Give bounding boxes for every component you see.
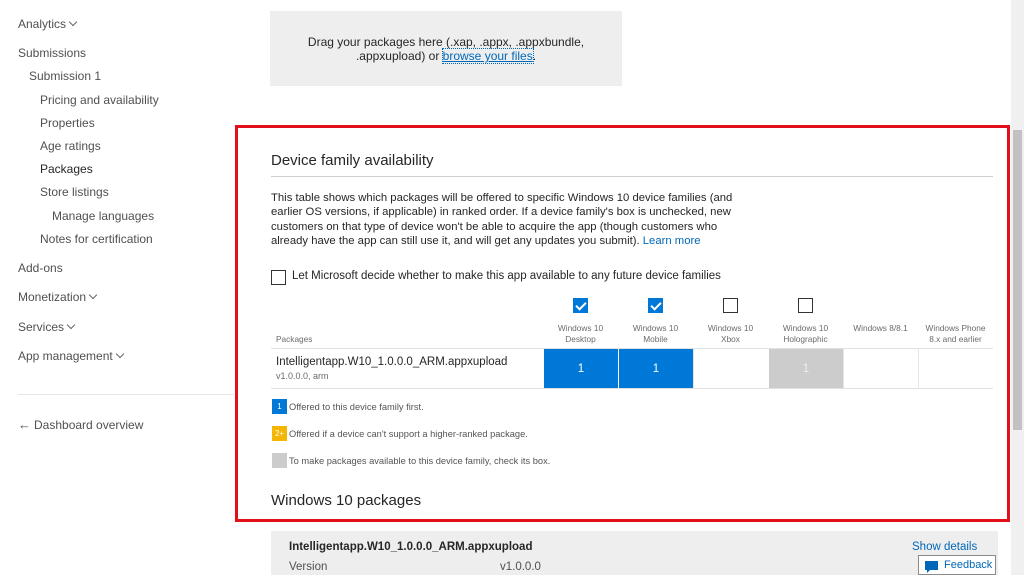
legend-yellow-text: Offered if a device can't support a high… — [289, 428, 528, 439]
nav-app-management-label: App management — [18, 349, 113, 363]
browse-files-link[interactable]: browse your files — [441, 48, 534, 64]
nav-monetization[interactable]: Monetization — [18, 290, 98, 304]
nav-packages[interactable]: Packages — [40, 162, 93, 176]
col-header-line1: Windows 10 — [557, 323, 604, 333]
feedback-label: Feedback — [944, 559, 993, 571]
nav-pricing[interactable]: Pricing and availability — [40, 93, 159, 107]
nav-services[interactable]: Services — [18, 320, 76, 334]
table-row-divider — [271, 388, 993, 389]
panel-version-label: Version — [289, 561, 328, 573]
col-header-line2: 8.x and earlier — [929, 334, 982, 344]
col-header-line1: Windows Phone — [925, 323, 986, 333]
nav-monetization-label: Monetization — [18, 290, 87, 304]
nav-app-management[interactable]: App management — [18, 349, 124, 363]
col-header-windows10-holographic: Windows 10 Holographic — [768, 323, 843, 345]
legend-unavailable: To make packages available to this devic… — [272, 453, 550, 468]
let-microsoft-decide-label: Let Microsoft decide whether to make thi… — [292, 270, 721, 282]
col-header-line2: Xbox — [721, 334, 740, 344]
package-dropzone[interactable]: Drag your packages here (.xap, .appx, .a… — [270, 11, 622, 86]
nav-age-ratings[interactable]: Age ratings — [40, 139, 101, 153]
rank-cell-windows10-xbox[interactable] — [693, 349, 768, 388]
col-header-windows10-mobile: Windows 10 Mobile — [618, 323, 693, 345]
rank-cell-windows8 — [843, 349, 918, 388]
col-header-windows10-xbox: Windows 10 Xbox — [693, 323, 768, 345]
legend-blue-text: Offered to this device family first. — [289, 401, 424, 412]
show-details-link[interactable]: Show details — [912, 541, 977, 553]
device-family-description: This table shows which packages will be … — [271, 191, 736, 248]
let-microsoft-decide-checkbox[interactable] — [271, 270, 286, 285]
package-row-name: Intelligentapp.W10_1.0.0.0_ARM.appxuploa… — [276, 356, 508, 368]
legend-swatch-blue: 1 — [272, 399, 287, 414]
nav-analytics[interactable]: Analytics — [18, 17, 78, 31]
arrow-left-icon: ← — [18, 417, 31, 432]
title-divider — [271, 176, 993, 177]
dropzone-text-end: . — [532, 49, 537, 63]
panel-version-value: v1.0.0.0 — [500, 561, 541, 573]
rank-cell-windows10-holographic[interactable]: 1 — [768, 349, 843, 388]
legend-swatch-yellow: 2+ — [272, 426, 287, 441]
legend-gray-text: To make packages available to this devic… — [289, 455, 551, 466]
checkbox-windows10-xbox[interactable] — [723, 298, 738, 313]
nav-services-label: Services — [18, 320, 65, 334]
checkbox-windows10-desktop[interactable] — [573, 298, 588, 313]
rank-cell-windows-phone — [918, 349, 993, 388]
nav-properties[interactable]: Properties — [40, 116, 95, 130]
dropzone-text-line1: Drag your packages here (.xap, .appx, .a… — [307, 35, 585, 49]
dropzone-text-or: .appxupload) or — [355, 49, 443, 63]
feedback-icon — [925, 560, 938, 573]
learn-more-link[interactable]: Learn more — [643, 235, 701, 247]
package-details-panel — [271, 531, 998, 575]
nav-analytics-label: Analytics — [18, 17, 67, 31]
windows10-packages-title: Windows 10 packages — [271, 492, 422, 509]
feedback-button[interactable]: Feedback — [918, 555, 996, 575]
col-header-line1: Windows 10 — [707, 323, 754, 333]
rank-cell-windows10-desktop[interactable]: 1 — [543, 349, 618, 388]
package-row-version: v1.0.0.0, arm — [276, 371, 329, 381]
chevron-down-icon — [88, 290, 98, 300]
col-header-line1: Windows 10 — [632, 323, 679, 333]
col-header-line1: Windows 10 — [782, 323, 829, 333]
col-header-line2: Mobile — [643, 334, 668, 344]
chevron-down-icon — [115, 349, 124, 359]
col-header-windows10-desktop: Windows 10 Desktop — [543, 323, 618, 345]
device-family-title: Device family availability — [271, 152, 434, 169]
nav-notes-certification[interactable]: Notes for certification — [40, 232, 153, 246]
chevron-down-icon — [66, 320, 76, 330]
col-header-line2: Holographic — [783, 334, 828, 344]
nav-store-listings[interactable]: Store listings — [40, 185, 109, 199]
col-header-line1: Windows 8/8.1 — [853, 323, 908, 333]
sidebar-divider — [18, 394, 234, 395]
nav-submission-1[interactable]: Submission 1 — [29, 69, 101, 83]
dropzone-text-line2: .appxupload) or browse your files. — [270, 48, 622, 64]
packages-column-header: Packages — [276, 334, 313, 344]
col-header-windows-phone: Windows Phone 8.x and earlier — [918, 323, 993, 345]
sidebar-nav: Analytics Submissions Submission 1 Prici… — [0, 0, 236, 575]
rank-cell-windows10-mobile[interactable]: 1 — [618, 349, 693, 388]
nav-dashboard-overview[interactable]: ← Dashboard overview — [18, 417, 143, 432]
nav-dashboard-overview-label: Dashboard overview — [34, 418, 144, 432]
nav-addons[interactable]: Add-ons — [18, 261, 63, 275]
nav-submissions[interactable]: Submissions — [18, 46, 86, 60]
chevron-down-icon — [68, 17, 78, 27]
panel-package-name: Intelligentapp.W10_1.0.0.0_ARM.appxuploa… — [289, 541, 533, 553]
nav-manage-languages[interactable]: Manage languages — [52, 209, 154, 223]
legend-swatch-gray — [272, 453, 287, 468]
legend-first-offer: 1 Offered to this device family first. — [272, 399, 424, 414]
col-header-windows8: Windows 8/8.1 — [843, 323, 918, 334]
checkbox-windows10-mobile[interactable] — [648, 298, 663, 313]
checkbox-windows10-holographic[interactable] — [798, 298, 813, 313]
legend-fallback-offer: 2+ Offered if a device can't support a h… — [272, 426, 528, 441]
col-header-line2: Desktop — [565, 334, 596, 344]
scrollbar-thumb[interactable] — [1013, 130, 1022, 430]
